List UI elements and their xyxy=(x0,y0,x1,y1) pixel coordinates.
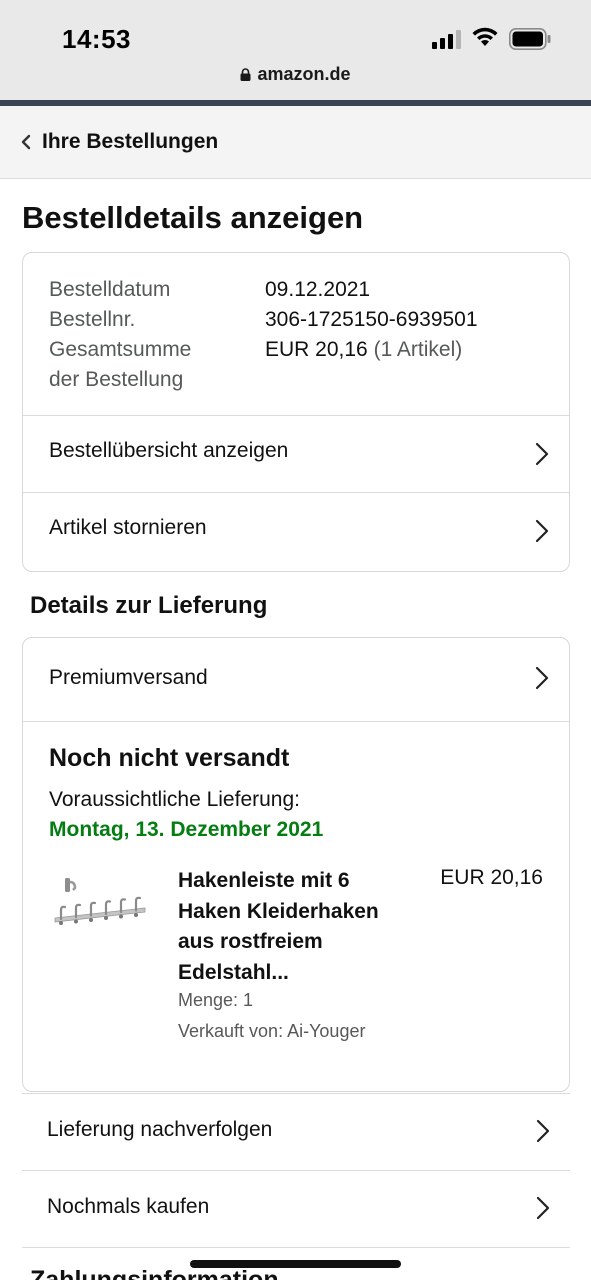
lock-icon xyxy=(240,68,251,81)
address-bar[interactable]: amazon.de xyxy=(0,64,591,85)
expected-delivery-date: Montag, 13. Dezember 2021 xyxy=(49,818,324,841)
shipping-method-link[interactable]: Premiumversand xyxy=(23,638,569,722)
order-date-label: Bestelldatum xyxy=(49,278,171,301)
view-order-summary-label: Bestellübersicht anzeigen xyxy=(49,439,289,462)
url-text: amazon.de xyxy=(257,64,351,84)
order-info-card: Bestelldatum 09.12.2021 Bestellnr. 306-1… xyxy=(22,252,570,572)
page-title: Bestelldetails anzeigen xyxy=(22,200,364,235)
buy-again-label: Nochmals kaufen xyxy=(47,1195,210,1218)
chevron-left-icon xyxy=(21,134,31,150)
back-label: Ihre Bestellungen xyxy=(42,130,219,153)
order-number-value: 306-1725150-6939501 xyxy=(265,308,478,331)
order-total-label-cont: der Bestellung xyxy=(49,368,184,391)
shipping-method-label: Premiumversand xyxy=(49,666,208,689)
product-quantity: Menge: 1 xyxy=(178,990,254,1010)
order-total-items: (1 Artikel) xyxy=(373,338,463,361)
chevron-right-icon xyxy=(535,666,549,690)
order-date-value: 09.12.2021 xyxy=(265,278,371,301)
chevron-right-icon xyxy=(535,442,549,466)
chevron-right-icon xyxy=(535,519,549,543)
chevron-right-icon xyxy=(536,1196,550,1220)
product-title-link[interactable]: Hakenleiste mit 6 Haken Kleiderhaken aus… xyxy=(178,866,408,988)
status-bar: 14:53 amazon.de xyxy=(0,0,591,100)
product-seller: Verkauft von: Ai-Youger xyxy=(178,1021,366,1041)
product-image[interactable] xyxy=(53,874,147,936)
signal-icon xyxy=(432,30,461,49)
cancel-items-label: Artikel stornieren xyxy=(49,516,207,539)
payment-info-title: Zahlungsinformation xyxy=(30,1266,279,1280)
delivery-card: Premiumversand Noch nicht versandt Vorau… xyxy=(22,637,570,1092)
buy-again-link[interactable]: Nochmals kaufen xyxy=(22,1170,570,1248)
track-delivery-link[interactable]: Lieferung nachverfolgen xyxy=(22,1093,570,1171)
home-indicator[interactable] xyxy=(190,1260,401,1268)
status-time: 14:53 xyxy=(62,24,131,54)
cancel-items-link[interactable]: Artikel stornieren xyxy=(23,492,569,571)
delivery-section-title: Details zur Lieferung xyxy=(30,592,268,619)
back-to-orders[interactable]: Ihre Bestellungen xyxy=(0,106,591,179)
battery-icon xyxy=(509,28,551,50)
order-total-amount: EUR 20,16 xyxy=(265,338,368,361)
wifi-icon xyxy=(472,27,498,46)
chevron-right-icon xyxy=(536,1119,550,1143)
view-order-summary-link[interactable]: Bestellübersicht anzeigen xyxy=(23,415,569,492)
order-total-label: Gesamtsumme xyxy=(49,338,192,361)
order-number-label: Bestellnr. xyxy=(49,308,136,331)
expected-delivery-label: Voraussichtliche Lieferung: xyxy=(49,788,300,811)
product-price: EUR 20,16 xyxy=(440,866,543,889)
track-delivery-label: Lieferung nachverfolgen xyxy=(47,1118,273,1141)
order-total-value: EUR 20,16 (1 Artikel) xyxy=(265,335,462,365)
shipping-status: Noch nicht versandt xyxy=(49,744,290,772)
